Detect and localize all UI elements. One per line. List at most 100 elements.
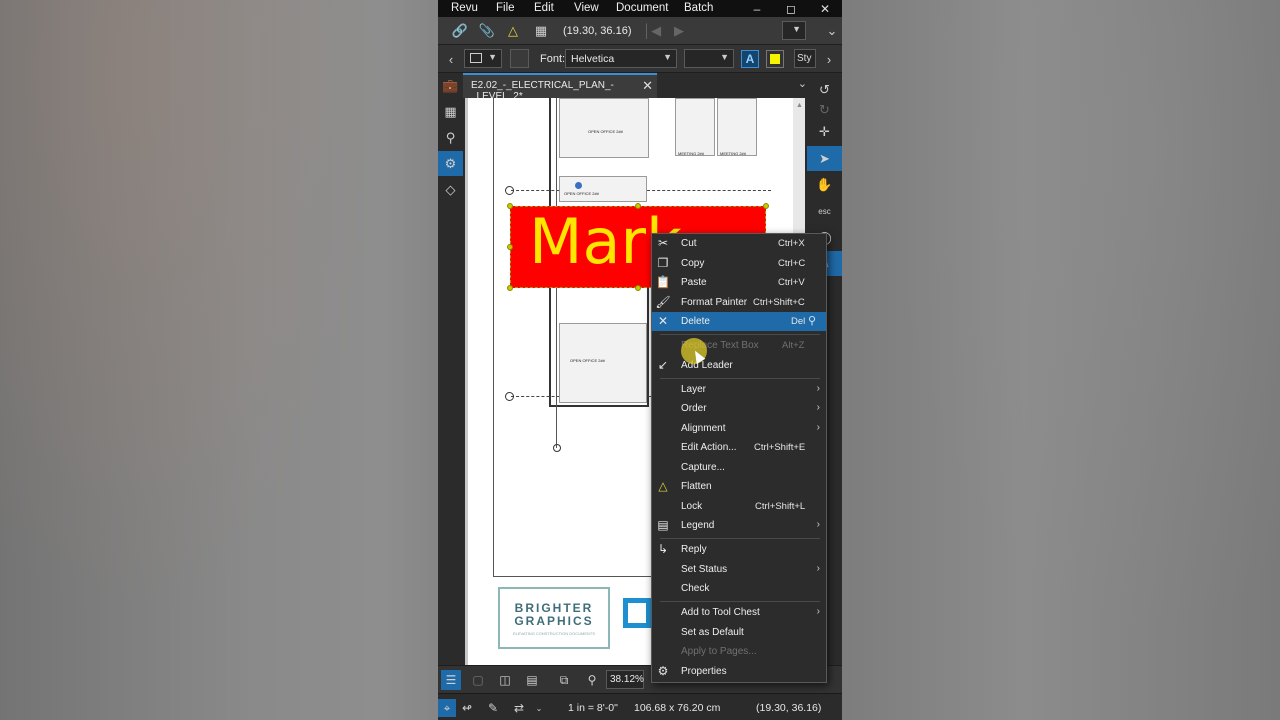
markups-list-icon[interactable]: ☰ [441,670,461,690]
measure-icon[interactable]: ↫ [458,699,476,717]
menu-item-label: Capture... [681,462,725,473]
menu-batch[interactable]: Batch [684,2,713,14]
menu-item-set-status[interactable]: Set Status › [652,560,826,579]
select-tool-icon[interactable]: ➤ [807,146,842,171]
menu-separator [660,538,820,539]
menu-item-order[interactable]: Order › [652,399,826,418]
split-horizontal-icon[interactable]: ▤ [522,670,542,690]
dropdown-box[interactable]: ▼ [782,21,806,40]
left-panel-toolbar: 💼 ▦ ⚲ ⚙ ◇ [438,73,463,663]
crosshair-icon[interactable]: ✛ [807,119,842,144]
menu-document[interactable]: Document [616,2,668,14]
thumbnails-icon[interactable]: ▦ [438,99,463,124]
highlight-color-button[interactable] [766,50,784,68]
scale-readout[interactable]: 1 in = 8'-0" [568,702,618,714]
menu-item-edit-action[interactable]: Edit Action... Ctrl+Shift+E [652,438,826,457]
esc-icon[interactable]: esc [807,199,842,224]
menu-item-flatten[interactable]: △ Flatten [652,477,826,496]
cursor-coordinates: (19.30, 36.16) [563,25,632,37]
menu-item-apply-to-pages: Apply to Pages... [652,642,826,661]
menu-item-paste[interactable]: 📋 Paste Ctrl+V [652,273,826,292]
menu-item-layer[interactable]: Layer › [652,380,826,399]
zoom-icon[interactable]: ⚲ [582,670,602,690]
sync-views-icon[interactable]: ⇄ [510,699,528,717]
text-color-icon[interactable]: A [741,50,759,68]
chevron-down-icon[interactable]: ⌄ [530,699,548,717]
menu-item-cut[interactable]: ✂ Cut Ctrl+X [652,234,826,253]
menu-item-label: Order [681,403,707,414]
menu-item-label: Apply to Pages... [681,646,757,657]
menu-item-delete[interactable]: ✕ Delete Del ⚲ [652,312,826,331]
rotation-handle[interactable] [575,182,582,189]
menu-item-capture[interactable]: Capture... [652,458,826,477]
menu-item-set-as-default[interactable]: Set as Default [652,623,826,642]
chevron-down-icon: ▼ [488,52,497,62]
search-icon[interactable]: ⚲ [438,125,463,150]
menu-item-legend[interactable]: ▤ Legend › [652,516,826,535]
select-markups-icon[interactable]: ▦ [532,22,550,40]
close-window-icon[interactable]: ✕ [808,0,842,17]
sync-icon[interactable]: ⧉ [554,670,574,690]
scroll-up-icon[interactable]: ▲ [796,102,803,109]
menu-item-shortcut: Ctrl+X [778,238,805,249]
resize-handle[interactable] [635,203,641,209]
prev-page-icon[interactable]: ▶ [670,22,688,40]
menu-item-check[interactable]: Check [652,579,826,598]
menu-file[interactable]: File [496,2,515,14]
sketch-icon[interactable]: ✎ [484,699,502,717]
menu-item-add-to-tool-chest[interactable]: Add to Tool Chest › [652,603,826,622]
zoom-level-input[interactable]: 38.12% [606,670,644,689]
border-style-dropdown[interactable]: ▼ [464,49,502,68]
resize-handle[interactable] [507,285,513,291]
font-size-select[interactable]: ▼ [684,49,734,68]
resize-handle[interactable] [507,203,513,209]
pin-icon[interactable]: ⚲ [808,314,816,327]
resize-handle[interactable] [763,203,769,209]
yellow-swatch [770,54,780,64]
toolchest-icon[interactable]: 💼 [438,73,463,98]
flatten-bell-icon[interactable]: △ [504,22,522,40]
logo-mark-icon [623,598,651,628]
menu-item-replace-text-box: Replace Text Box Alt+Z [652,336,826,355]
close-tab-icon[interactable]: ✕ [642,78,653,94]
minimize-icon[interactable]: – [740,0,774,17]
grid-bubble [553,444,561,452]
menu-view[interactable]: View [574,2,599,14]
properties-gear-icon[interactable]: ⚙ [438,151,463,176]
menu-item-label: Legend [681,520,715,531]
chevron-left-icon[interactable]: ‹ [442,50,460,68]
document-tab[interactable]: E2.02_-_ELECTRICAL_PLAN_-_LEVEL_2* ✕ [463,73,657,102]
overflow-chevron-icon[interactable]: ⌄ [822,22,842,40]
menu-item-properties[interactable]: ⚙ Properties [652,662,826,681]
font-select[interactable]: Helvetica ▼ [565,49,677,68]
pan-hand-icon[interactable]: ✋ [807,172,842,197]
layers-icon[interactable]: ◇ [438,177,463,202]
maximize-icon[interactable]: ◻ [774,0,808,17]
menu-item-add-leader[interactable]: ↙ Add Leader [652,356,826,375]
menu-separator [660,334,820,335]
room-meeting: MEETING 2## [675,98,715,156]
legend-icon: ▤ [657,518,669,532]
fill-color-swatch[interactable] [510,49,529,68]
split-vertical-icon[interactable]: ◫ [495,670,515,690]
paperclip-icon[interactable]: 📎 [478,22,496,40]
menu-item-reply[interactable]: ↳ Reply [652,540,826,559]
chevron-right-icon[interactable]: › [820,50,838,68]
single-page-icon[interactable]: ▢ [468,670,488,690]
menu-edit[interactable]: Edit [534,2,554,14]
link-icon[interactable]: 🔗 [451,22,469,40]
resize-handle[interactable] [507,244,513,250]
first-page-icon[interactable]: │◀ [643,22,661,40]
top-toolbar: 🔗 📎 △ ▦ (19.30, 36.16) │◀ ▶ ▼ ⌄ [438,17,842,45]
snap-icon[interactable]: ⌖ [438,699,456,717]
menu-item-copy[interactable]: ❐ Copy Ctrl+C [652,254,826,273]
style-button[interactable]: Sty [794,49,816,68]
menu-revu[interactable]: Revu [451,2,478,14]
menu-item-format-painter[interactable]: 🖌 Format Painter Ctrl+Shift+C [652,293,826,312]
room-open-office: OPEN OFFICE 2## [559,176,647,202]
tabs-dropdown-icon[interactable]: ⌄ [798,77,807,90]
menu-item-lock[interactable]: Lock Ctrl+Shift+L [652,497,826,516]
resize-handle[interactable] [635,285,641,291]
menu-item-alignment[interactable]: Alignment › [652,419,826,438]
leader-icon: ↙ [657,358,669,372]
